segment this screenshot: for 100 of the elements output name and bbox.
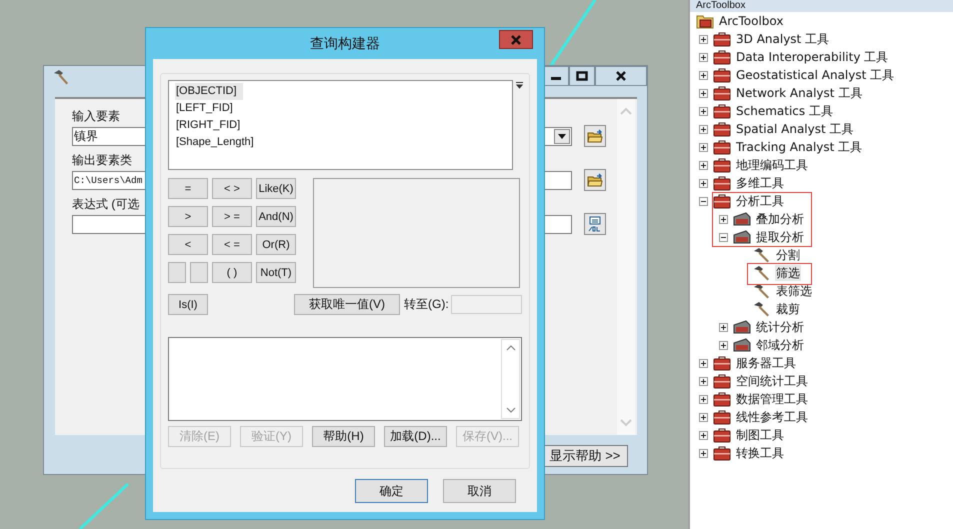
expander-icon[interactable] [719,340,728,350]
operator-button[interactable]: > = [212,206,252,227]
tree-item[interactable]: 数据管理工具 [735,391,809,407]
expander-icon[interactable] [699,358,708,368]
operator-button[interactable]: ( ) [212,262,252,283]
toolbox-icon [713,427,731,443]
operator-button[interactable]: Not(T) [256,262,296,283]
tree-item[interactable]: 制图工具 [735,427,785,443]
toolbox-icon [713,175,731,191]
goto-label: 转至(G): [404,296,449,313]
tree-item[interactable]: 地理编码工具 [735,157,809,173]
tree-item[interactable]: 分析工具 [735,193,785,209]
tree-item[interactable]: 转换工具 [735,445,785,461]
hammer-icon [753,283,771,299]
operator-button[interactable]: And(N) [256,206,296,227]
expander-icon[interactable] [699,34,708,44]
get-unique-values-button[interactable]: 获取唯一值(V) [294,294,400,315]
expander-icon[interactable] [699,52,708,62]
ok-button[interactable]: 确定 [355,479,428,503]
expander-icon[interactable] [719,214,728,224]
toolbox-icon [713,157,731,173]
tree-item[interactable]: 空间统计工具 [735,373,809,389]
tree-item[interactable]: 服务器工具 [735,355,797,371]
expander-icon[interactable] [699,124,708,134]
toolset-icon [733,229,751,245]
toolbox-icon [713,445,731,461]
field-list-item[interactable]: [RIGHT_FID] [175,117,246,134]
toolbox-icon [713,67,731,83]
tree-item[interactable]: Network Analyst 工具 [735,85,864,101]
goto-field[interactable] [450,295,522,314]
sql-text-area[interactable] [168,337,522,421]
tree-item[interactable]: 叠加分析 [755,211,805,227]
is-button[interactable]: Is(I) [168,294,208,315]
highlight-frame [747,263,812,285]
tree-item[interactable]: 多维工具 [735,175,785,191]
chevron-down-icon[interactable] [506,407,516,413]
maximize-button[interactable] [569,66,595,86]
tree-item[interactable]: 分割 [775,247,801,263]
tree-item[interactable]: Data Interoperability 工具 [735,49,890,65]
tree-item[interactable]: 统计分析 [755,319,805,335]
sql-button[interactable] [584,213,606,235]
action-button[interactable]: 加载(D)... [384,426,447,447]
operator-button[interactable]: < = [212,234,252,255]
expander-icon[interactable] [699,178,708,188]
tree-item[interactable]: 3D Analyst 工具 [735,31,830,47]
operator-button[interactable]: < > [212,178,252,199]
toolbox-icon [713,103,731,119]
tree-item[interactable]: 邻域分析 [755,337,805,353]
expander-icon[interactable] [699,106,708,116]
field-label: 输入要素 [72,109,121,123]
expander-icon[interactable] [719,232,728,242]
toolbox-icon [713,193,731,209]
expander-icon[interactable] [719,322,728,332]
scrollbar[interactable] [501,339,520,419]
open-folder-button[interactable] [584,169,606,191]
expander-icon[interactable] [699,88,708,98]
hammer-icon [52,68,70,84]
tree-item[interactable]: Spatial Analyst 工具 [735,121,855,137]
expander-icon[interactable] [699,394,708,404]
tree-item[interactable]: ArcToolbox [718,13,784,29]
expander-icon[interactable] [699,70,708,80]
expander-icon[interactable] [699,430,708,440]
operator-button[interactable]: Like(K) [256,178,296,199]
tree-item[interactable]: Schematics 工具 [735,103,834,119]
close-button[interactable] [595,66,647,86]
operator-button[interactable]: = [168,178,208,199]
action-button[interactable]: 帮助(H) [312,426,375,447]
tree-item[interactable]: 筛选 [775,265,801,281]
field-list[interactable]: [OBJECTID] [LEFT_FID] [RIGHT_FID] [Shape_Length] [168,80,513,170]
close-icon [615,71,627,81]
expander-icon[interactable] [699,376,708,386]
menu-arrow-icon[interactable] [516,82,523,89]
toolbox-icon [713,85,731,101]
operator-button[interactable]: > [168,206,208,227]
expander-icon[interactable] [699,412,708,422]
expander-icon[interactable] [699,196,708,206]
operator-button[interactable]: < [168,234,208,255]
operator-button[interactable]: Or(R) [256,234,296,255]
tree-item[interactable]: 提取分析 [755,229,805,245]
field-list-item[interactable]: [Shape_Length] [175,134,260,151]
tree-item[interactable]: 裁剪 [775,301,801,317]
show-help-button[interactable]: 显示帮助 >> [542,445,628,467]
toolset-icon [733,319,751,335]
chevron-up-icon[interactable] [506,345,516,351]
tree-item[interactable]: 表筛选 [775,283,813,299]
toolbox-icon [713,409,731,425]
hammer-icon [753,247,771,263]
expander-icon[interactable] [699,142,708,152]
expander-icon[interactable] [699,160,708,170]
field-list-item[interactable]: [OBJECTID] [175,83,243,100]
toolbox-icon [713,391,731,407]
expander-icon[interactable] [699,448,708,458]
field-list-item[interactable]: [LEFT_FID] [175,100,239,117]
tree-item[interactable]: Geostatistical Analyst 工具 [735,67,896,83]
cancel-button[interactable]: 取消 [443,479,516,503]
field-label: 表达式 (可选 [72,197,140,211]
tree-item[interactable]: 线性参考工具 [735,409,809,425]
minimize-button[interactable] [543,66,569,86]
open-folder-button[interactable] [584,125,606,147]
tree-item[interactable]: Tracking Analyst 工具 [735,139,864,155]
